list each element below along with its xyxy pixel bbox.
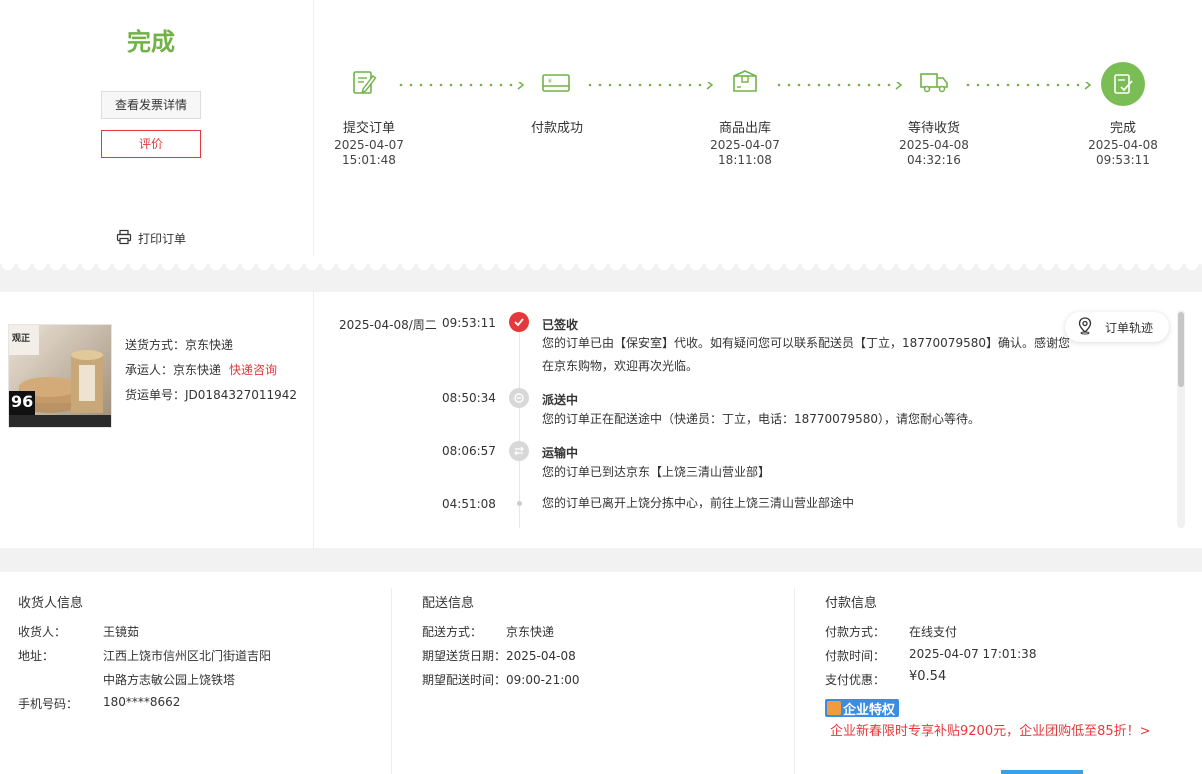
in-transit-icon: [509, 441, 529, 461]
event-time: 08:50:34: [442, 391, 496, 405]
status-panel: 完成 查看发票详情 评价 打印订单: [0, 0, 314, 256]
progress-connector: [588, 82, 716, 90]
progress-step-time: 2025-04-07 15:01:48: [334, 138, 404, 167]
courier-consult-link[interactable]: 快递咨询: [229, 363, 277, 377]
payment-time-value: 2025-04-07 17:01:38: [909, 647, 1037, 661]
payment-discount-value: ¥0.54: [909, 669, 947, 684]
payment-method-value: 在线支付: [909, 625, 958, 639]
order-progress: 提交订单 2025-04-07 15:01:48 ¥ 付款成功 商品出库 202…: [315, 0, 1195, 256]
product-brand-text: 观正: [12, 334, 31, 344]
receiver-info: 收货人信息 收货人： 王镜茹 地址： 江西上饶市信州区北门街道吉阳 中路方志敏公…: [0, 588, 392, 774]
delivering-courier-icon: [509, 388, 529, 408]
print-order-label: 打印订单: [138, 231, 187, 246]
package-box-icon: [730, 67, 760, 97]
event-description: 您的订单已由【保安室】代收。如有疑问您可以联系配送员【丁立，1877007958…: [542, 336, 1070, 373]
progress-step-time: 2025-04-07 18:11:08: [710, 138, 780, 167]
receiver-title: 收货人信息: [18, 596, 84, 611]
progress-step-time: 2025-04-08 04:32:16: [899, 138, 969, 167]
order-status-section: 完成 查看发票详情 评价 打印订单 提交订单 2025-04-07 15:01:4…: [0, 0, 1196, 256]
order-track-button[interactable]: 订单轨迹: [1065, 312, 1169, 342]
enterprise-privilege-badge[interactable]: 企业特权: [825, 699, 900, 718]
event-title: 派送中: [542, 393, 579, 407]
event-time: 04:51:08: [442, 497, 496, 511]
order-info-section: 收货人信息 收货人： 王镜茹 地址： 江西上饶市信州区北门街道吉阳 中路方志敏公…: [0, 572, 1202, 774]
svg-text:¥: ¥: [548, 78, 552, 85]
event-description: 您的订单正在配送途中（快递员：丁立，电话：18770079580），请您耐心等待…: [542, 412, 980, 426]
progress-connector: [399, 82, 527, 90]
order-detail-page: 完成 查看发票详情 评价 打印订单 提交订单 2025-04-07 15:01:4…: [0, 0, 1202, 774]
progress-connector: [777, 82, 905, 90]
carrier-row: 承运人：京东快递 快递咨询: [125, 363, 278, 377]
shipping-section: 观正 96 送货方式：京东快递 承运人：京东快递 快递咨询 货运单号：JD0184…: [0, 292, 1196, 548]
timeline-line: [519, 323, 520, 528]
delivery-time-row: 期望配送时间：09:00-21:00: [422, 673, 580, 687]
tracking-timeline: 2025-04-08/周二 09:53:11 已签收 您的订单已由【保安室】代收…: [315, 292, 1181, 548]
event-time: 09:53:11: [442, 316, 496, 330]
delivery-title: 配送信息: [422, 596, 475, 611]
progress-step-label: 付款成功: [530, 121, 583, 136]
progress-step-time: 2025-04-08 09:53:11: [1088, 138, 1158, 167]
payment-method-label: 付款方式：: [825, 625, 886, 639]
payment-discount-label: 支付优惠：: [825, 673, 886, 687]
event-time: 08:06:57: [442, 444, 496, 458]
payment-title: 付款信息: [825, 596, 878, 611]
address-line-1: 江西上饶市信州区北门街道吉阳: [103, 649, 272, 663]
progress-connector: [966, 82, 1094, 90]
receiver-name-value: 王镜茹: [103, 625, 140, 639]
payment-card-icon: ¥: [541, 67, 571, 97]
address-label: 地址：: [18, 649, 55, 663]
delivery-method-value: 京东快递: [506, 625, 555, 639]
printer-icon: [116, 229, 132, 248]
product-count-badge: 96: [11, 392, 34, 411]
payment-info: 付款信息 付款方式： 在线支付 付款时间： 2025-04-07 17:01:3…: [795, 588, 1202, 774]
event-description: 您的订单已到达京东【上饶三清山营业部】: [542, 465, 771, 479]
delivery-truck-icon: [919, 67, 949, 97]
payment-time-label: 付款时间：: [825, 649, 886, 663]
print-order-link[interactable]: 打印订单: [116, 229, 186, 247]
progress-step-label: 等待收货: [907, 121, 960, 136]
status-title: 完成: [127, 28, 175, 56]
bottom-action-edge[interactable]: [1001, 770, 1083, 774]
phone-value: 180****8662: [103, 695, 181, 709]
timeline-dot: [517, 501, 522, 506]
address-line-2: 中路方志敏公园上饶铁塔: [103, 673, 236, 687]
section-divider: [0, 548, 1202, 572]
timeline-date: 2025-04-08/周二: [339, 318, 437, 332]
delivery-date-row: 期望送货日期：2025-04-08: [422, 649, 576, 663]
progress-step-label: 提交订单: [342, 121, 395, 136]
location-pin-icon: [1077, 316, 1093, 338]
product-thumbnail[interactable]: 观正 96: [8, 324, 112, 428]
order-track-label: 订单轨迹: [1105, 320, 1154, 335]
event-title: 已签收: [542, 318, 579, 332]
enterprise-badge-label: 企业特权: [843, 702, 896, 718]
delivery-info: 配送信息 配送方式： 京东快递 期望送货日期：2025-04-08 期望配送时间…: [392, 588, 795, 774]
shipping-panel: 观正 96 送货方式：京东快递 承运人：京东快递 快递咨询 货运单号：JD0184…: [0, 292, 314, 548]
receiver-name-label: 收货人：: [18, 625, 67, 639]
event-title: 运输中: [542, 446, 579, 460]
signed-check-icon: [509, 312, 529, 332]
delivery-method-label: 配送方式：: [422, 625, 483, 639]
order-edit-icon: [349, 67, 379, 97]
event-description: 您的订单已离开上饶分拣中心，前往上饶三清山营业部途中: [542, 496, 855, 510]
gift-icon: [827, 701, 841, 715]
review-button[interactable]: 评价: [101, 130, 201, 158]
completed-check-icon: [1101, 62, 1145, 106]
tracking-number-row: 货运单号：JD0184327011942: [125, 388, 298, 402]
section-divider: [0, 264, 1202, 292]
enterprise-promo-link[interactable]: 企业新春限时专享补贴9200元，企业团购低至85折！>: [830, 720, 1151, 739]
tracking-scrollbar-thumb[interactable]: [1178, 312, 1184, 387]
progress-step-label: 完成: [1109, 121, 1136, 136]
shipping-method-row: 送货方式：京东快递: [125, 338, 234, 352]
progress-step-label: 商品出库: [718, 121, 771, 136]
view-invoice-button[interactable]: 查看发票详情: [101, 91, 201, 119]
phone-label: 手机号码：: [18, 697, 79, 711]
